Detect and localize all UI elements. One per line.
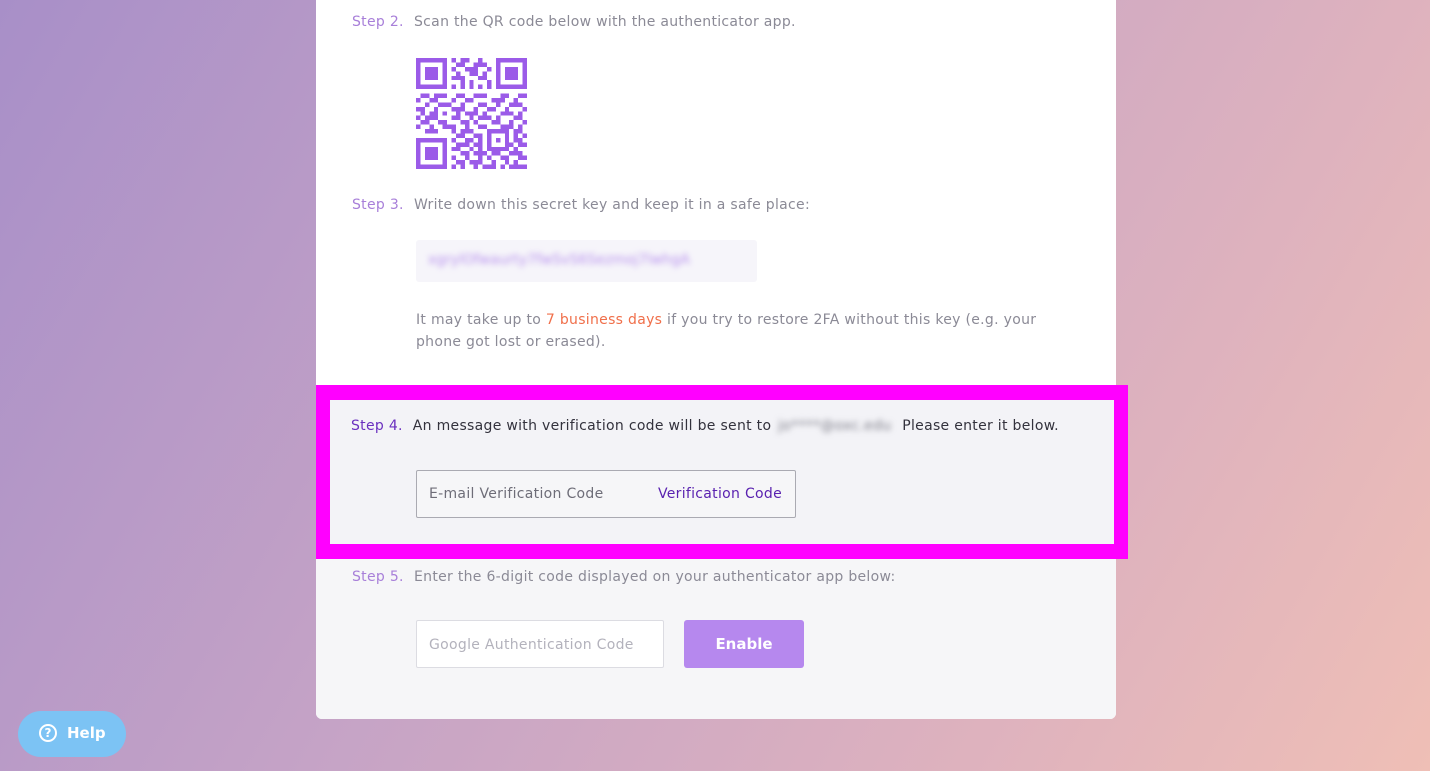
step-5-number: Step 5. [352, 569, 404, 585]
google-auth-code-input[interactable]: Google Authentication Code [416, 620, 664, 668]
step-2-text: Scan the QR code below with the authenti… [414, 14, 796, 30]
send-verification-code-button[interactable]: Verification Code [658, 486, 782, 502]
restore-warning-note: It may take up to 7 business days if you… [416, 309, 1086, 353]
help-button[interactable]: ? Help [18, 711, 126, 757]
restore-note-before: It may take up to [416, 312, 546, 328]
step-4-number: Step 4. [351, 418, 403, 434]
restore-note-accent: 7 business days [545, 312, 663, 328]
help-label: Help [67, 724, 106, 742]
step-4-text: An message with verification code will b… [412, 418, 772, 434]
masked-email: jo****@oxc.edu [778, 418, 892, 434]
two-factor-setup-card: Step 2. Scan the QR code below with the … [316, 0, 1128, 719]
step-3-number: Step 3. [352, 197, 404, 213]
google-auth-code-placeholder[interactable]: Google Authentication Code [429, 637, 634, 653]
secret-key-box[interactable]: xgrylOfwaurty7fwSvS6Sezmoj7lwhgA [416, 240, 757, 282]
email-verification-input[interactable]: E-mail Verification Code Verification Co… [416, 470, 796, 518]
email-verification-placeholder[interactable]: E-mail Verification Code [429, 486, 604, 502]
question-circle-icon: ? [39, 724, 57, 742]
step-2-number: Step 2. [352, 14, 404, 30]
step-4-text-2: Please enter it below. [902, 418, 1059, 434]
step-3-text: Write down this secret key and keep it i… [414, 197, 810, 213]
step-4: Step 4. An message with verification code… [351, 418, 1059, 434]
qr-code [416, 58, 527, 169]
secret-key-value[interactable]: xgrylOfwaurty7fwSvS6Sezmoj7lwhgA [428, 252, 690, 268]
step-4-highlight: Step 4. An message with verification code… [316, 385, 1128, 559]
step-5-text: Enter the 6-digit code displayed on your… [414, 569, 896, 585]
enable-button[interactable]: Enable [684, 620, 804, 668]
